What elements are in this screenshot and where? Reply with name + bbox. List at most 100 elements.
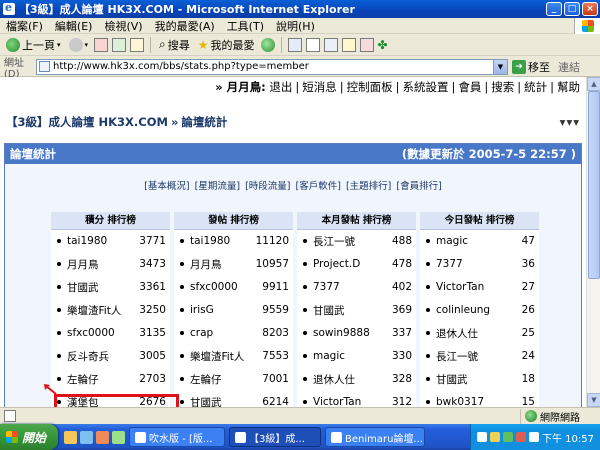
tray-icon[interactable] xyxy=(503,432,513,442)
member-name-link[interactable]: 長江一號 xyxy=(313,234,392,249)
mail-icon[interactable] xyxy=(287,37,302,52)
member-name-link[interactable]: Project.D xyxy=(313,258,392,270)
member-name-link[interactable]: VictorTan xyxy=(313,396,392,407)
nav-control-panel[interactable]: 控制面板 xyxy=(347,80,393,94)
tray-icon[interactable] xyxy=(529,432,539,442)
stop-icon[interactable] xyxy=(94,37,109,52)
member-name-link[interactable]: 退休人仕 xyxy=(313,372,392,387)
quicklaunch-app-icon[interactable] xyxy=(96,430,109,444)
address-input[interactable]: http://www.hk3x.com/bbs/stats.php?type=m… xyxy=(36,58,508,75)
member-name-link[interactable]: 甘國武 xyxy=(436,372,522,387)
clover-icon[interactable]: ✤ xyxy=(378,38,388,52)
discuss-icon[interactable] xyxy=(341,37,356,52)
member-name-link[interactable]: 月月鳥 xyxy=(67,257,139,272)
vertical-scrollbar[interactable]: ▲ ▼ xyxy=(586,77,600,407)
tray-icon[interactable] xyxy=(516,432,526,442)
menu-view[interactable]: 檢視(V) xyxy=(98,18,148,34)
maximize-button[interactable]: □ xyxy=(564,2,580,16)
go-button[interactable]: ➔ 移至 xyxy=(512,59,550,75)
tab-client-software[interactable]: [客戶軟件] xyxy=(296,181,341,192)
minimize-button[interactable]: _ xyxy=(546,2,562,16)
breadcrumb-forum[interactable]: 【3級】成人論壇 HK3X.COM xyxy=(6,114,168,130)
member-name-link[interactable]: 甘國武 xyxy=(190,395,262,408)
print-icon[interactable] xyxy=(305,37,320,52)
ranking-row: 甘國武 3361 xyxy=(51,276,170,299)
member-name-link[interactable]: 退休人仕 xyxy=(436,326,522,341)
go-arrow-icon: ➔ xyxy=(512,59,526,74)
member-name-link[interactable]: sfxc0000 xyxy=(67,327,139,339)
refresh-icon[interactable] xyxy=(112,37,127,52)
member-name-link[interactable]: 月月鳥 xyxy=(190,257,256,272)
links-label[interactable]: 連結 xyxy=(558,59,580,75)
member-name-link[interactable]: magic xyxy=(436,235,522,247)
menu-favorites[interactable]: 我的最愛(A) xyxy=(149,18,221,34)
home-icon[interactable] xyxy=(130,37,145,52)
nav-logout[interactable]: 退出 xyxy=(269,80,292,94)
member-name-link[interactable]: 甘國武 xyxy=(313,303,392,318)
nav-members[interactable]: 會員 xyxy=(458,80,481,94)
member-name-link[interactable]: 反斗奇兵 xyxy=(67,349,139,364)
window-titlebar[interactable]: 【3級】成人論壇 HK3X.COM - Microsoft Internet E… xyxy=(0,0,600,18)
tab-weekly-traffic[interactable]: [星期流量] xyxy=(195,181,240,192)
scroll-thumb[interactable] xyxy=(588,91,600,279)
member-name-link[interactable]: 甘國武 xyxy=(67,280,139,295)
search-button[interactable]: ⌕ 搜尋 xyxy=(157,36,192,54)
quicklaunch-app-icon[interactable] xyxy=(112,430,125,444)
menu-file[interactable]: 檔案(F) xyxy=(0,18,49,34)
quicklaunch-app-icon[interactable] xyxy=(80,430,93,444)
close-button[interactable]: × xyxy=(582,2,598,16)
tab-member-ranking[interactable]: [會員排行] xyxy=(396,181,441,192)
tab-hourly-traffic[interactable]: [時段流量] xyxy=(245,181,290,192)
taskbar-item-active[interactable]: 【3級】成... xyxy=(229,427,321,447)
menu-edit[interactable]: 編輯(E) xyxy=(49,18,99,34)
nav-stats[interactable]: 統計 xyxy=(524,80,547,94)
back-button[interactable]: 上一頁 ▾ xyxy=(4,36,63,54)
scroll-down-icon[interactable]: ▼ xyxy=(587,393,600,407)
more-menu-icon[interactable]: ▾▾▾ xyxy=(560,115,580,129)
tab-basic-overview[interactable]: [基本概況] xyxy=(144,181,189,192)
scroll-up-icon[interactable]: ▲ xyxy=(587,77,600,91)
edit-icon[interactable] xyxy=(323,37,338,52)
messenger-icon[interactable] xyxy=(359,37,374,52)
ie-icon xyxy=(135,431,146,443)
member-name-link[interactable]: VictorTan xyxy=(436,281,522,293)
member-name-link[interactable]: 左輪仔 xyxy=(67,372,139,387)
nav-search[interactable]: 搜索 xyxy=(491,80,514,94)
member-name-link[interactable]: magic xyxy=(313,350,392,362)
member-name-link[interactable]: 長江一號 xyxy=(436,349,522,364)
member-name-link[interactable]: sfxc0000 xyxy=(190,281,262,293)
member-name-link[interactable]: 樂壇渣Fit人 xyxy=(190,349,262,364)
tray-icon[interactable] xyxy=(490,432,500,442)
quicklaunch-app-icon[interactable] xyxy=(64,430,77,444)
favorites-button[interactable]: ★ 我的最愛 xyxy=(196,36,257,54)
forward-button[interactable]: ▾ xyxy=(67,36,91,54)
nav-help[interactable]: 幫助 xyxy=(557,80,580,94)
tab-thread-ranking[interactable]: [主題排行] xyxy=(346,181,391,192)
menu-tools[interactable]: 工具(T) xyxy=(221,18,270,34)
member-name-link[interactable]: irisG xyxy=(190,304,262,316)
member-name-link[interactable]: bwk0317 xyxy=(436,396,522,407)
ranking-row: 7377 36 xyxy=(420,253,539,276)
media-icon[interactable] xyxy=(260,37,275,52)
clock[interactable]: 下午 10:57 xyxy=(542,430,594,445)
chevron-down-icon[interactable]: ▼ xyxy=(493,59,507,74)
taskbar-item[interactable]: 吹水版 - [版... xyxy=(129,427,225,447)
bullet-icon xyxy=(426,331,430,335)
tray-icon[interactable] xyxy=(477,432,487,442)
member-name-link[interactable]: tai1980 xyxy=(67,235,139,247)
member-name-link[interactable]: sowin9888 xyxy=(313,327,392,339)
member-name-link[interactable]: crap xyxy=(190,327,262,339)
member-name-link[interactable]: 左輪仔 xyxy=(190,372,262,387)
member-name-link[interactable]: colinleung xyxy=(436,304,522,316)
member-name-link[interactable]: tai1980 xyxy=(190,235,256,247)
start-button[interactable]: 開始 xyxy=(0,424,58,450)
windows-logo-icon xyxy=(6,431,18,443)
nav-system-settings[interactable]: 系統設置 xyxy=(403,80,449,94)
member-name-link[interactable]: 7377 xyxy=(436,258,522,270)
taskbar-item[interactable]: Benimaru論壇... xyxy=(325,427,425,447)
member-name-link[interactable]: 7377 xyxy=(313,281,392,293)
search-label: 搜尋 xyxy=(167,38,190,52)
nav-messages[interactable]: 短消息 xyxy=(302,80,337,94)
menu-help[interactable]: 說明(H) xyxy=(270,18,321,34)
member-name-link[interactable]: 樂壇渣Fit人 xyxy=(67,303,139,318)
